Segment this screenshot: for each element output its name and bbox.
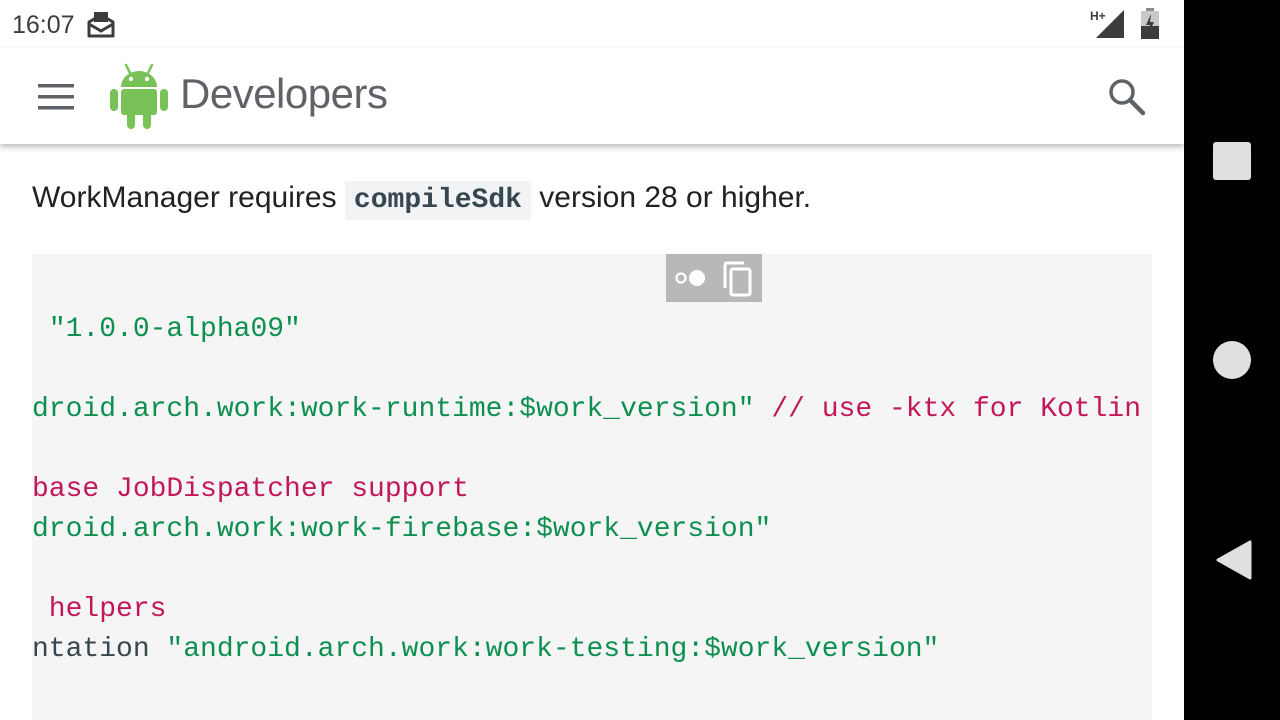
code-line: helpers — [32, 590, 167, 630]
content: WorkManager requires compileSdk version … — [0, 144, 1184, 720]
code-token-pln: ntation — [32, 634, 167, 665]
navigation-bar — [1184, 0, 1280, 720]
network-type-label: H+ — [1090, 9, 1106, 23]
code-line: base JobDispatcher support — [32, 470, 469, 510]
theme-toggle-icon[interactable] — [674, 266, 710, 290]
code-token-pln — [755, 394, 772, 425]
back-icon[interactable] — [1214, 540, 1252, 580]
battery-icon — [1141, 8, 1159, 39]
code-token-str: "android.arch.work:work-testing:$work_ve… — [166, 634, 940, 665]
code-token-com: // use -ktx for Kotlin — [771, 394, 1142, 425]
requirement-paragraph: WorkManager requires compileSdk version … — [32, 180, 812, 220]
screen: 16:07 H+ Developers WorkManager requires… — [0, 0, 1184, 720]
code-token-com: base JobDispatcher support — [32, 474, 469, 505]
code-toolbar — [666, 254, 762, 302]
code-line: droid.arch.work:work-firebase:$work_vers… — [32, 510, 771, 550]
menu-icon[interactable] — [36, 82, 76, 112]
search-icon[interactable] — [1106, 76, 1146, 116]
code-line: ntation "android.arch.work:work-testing:… — [32, 630, 939, 670]
paragraph-text-after: version 28 or higher. — [539, 181, 812, 214]
copy-icon[interactable] — [720, 260, 754, 298]
android-logo-icon[interactable] — [108, 62, 170, 130]
signal-icon: H+ — [1090, 9, 1124, 38]
code-token-pln — [32, 314, 49, 345]
code-token-com: helpers — [32, 594, 167, 625]
code-token-str: droid.arch.work:work-firebase:$work_vers… — [32, 514, 772, 545]
home-icon[interactable] — [1212, 340, 1252, 380]
code-line: droid.arch.work:work-runtime:$work_versi… — [32, 390, 1141, 430]
brand-name[interactable]: Developers — [180, 70, 388, 118]
code-token-str: "1.0.0-alpha09" — [48, 314, 301, 345]
recents-icon[interactable] — [1212, 141, 1252, 181]
app-bar: Developers — [0, 48, 1184, 144]
status-bar: 16:07 H+ — [0, 0, 1184, 48]
mail-icon — [87, 12, 115, 38]
status-time: 16:07 — [12, 11, 75, 39]
code-block[interactable]: "1.0.0-alpha09" droid.arch.work:work-runt… — [32, 254, 1152, 720]
code-token-str: droid.arch.work:work-runtime:$work_versi… — [32, 394, 755, 425]
paragraph-text-before: WorkManager requires — [32, 181, 337, 214]
inline-code: compileSdk — [344, 181, 531, 220]
code-line: "1.0.0-alpha09" — [32, 310, 301, 350]
